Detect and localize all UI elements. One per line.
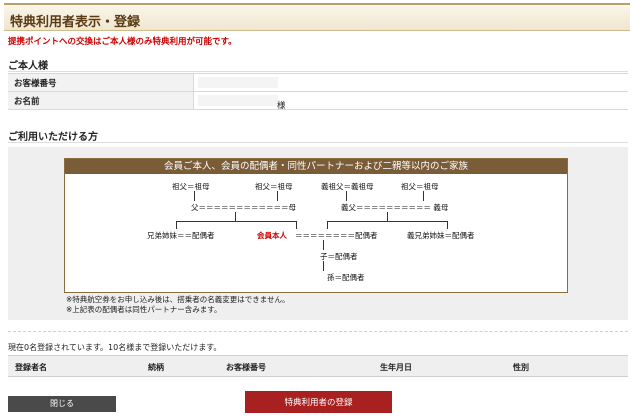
table-row: お名前 xyxy=(8,91,628,110)
tree-node-child: 子＝配偶者 xyxy=(320,252,358,261)
divider xyxy=(8,142,628,143)
tree-connector xyxy=(296,221,297,229)
tree-node-grandparents: 祖父＝祖母 xyxy=(401,182,439,191)
tree-connector xyxy=(447,221,448,229)
self-section-heading: ご本人様 xyxy=(8,61,48,72)
registration-count: 現在0名登録されています。10名様まで登録いただけます。 xyxy=(8,343,222,352)
exchange-notice: 提携ポイントへの交換はご本人様のみ特典利用が可能です。 xyxy=(8,37,237,47)
divider xyxy=(8,71,628,72)
close-button[interactable]: 閉じる xyxy=(8,396,116,412)
tree-node-grandparents: 祖父＝祖母 xyxy=(255,182,293,191)
page-title-bar: 特典利用者表示・登録 xyxy=(4,3,630,31)
divider xyxy=(8,331,628,332)
usable-section-heading: ご利用いただける方 xyxy=(8,132,98,143)
tree-connector xyxy=(346,191,347,201)
column-header-gender: 性別 xyxy=(513,363,529,372)
tree-node-member: 会員本人 xyxy=(257,231,287,240)
tree-connector xyxy=(323,261,324,271)
tree-node-grandparents: 祖父＝祖母 xyxy=(172,182,210,191)
tree-connector xyxy=(176,221,296,222)
tree-connector xyxy=(194,191,195,201)
page-title: 特典利用者表示・登録 xyxy=(10,15,141,30)
column-header-birthdate: 生年月日 xyxy=(380,363,412,372)
tree-connector xyxy=(327,221,447,222)
name-masked xyxy=(197,95,278,106)
family-tree: 会員ご本人、会員の配偶者・同性パートナーおよび二親等以内のご家族 祖父＝祖母 祖… xyxy=(64,158,568,293)
customer-number-label: お客様番号 xyxy=(8,73,193,92)
tree-node-inlaw-grandparents: 義祖父＝義祖母 xyxy=(321,182,374,191)
tree-node-grandchild: 孫＝配偶者 xyxy=(327,273,365,282)
register-beneficiary-button[interactable]: 特典利用者の登録 xyxy=(245,391,392,413)
member-info-table: お客様番号 お名前 xyxy=(8,73,628,110)
registered-users-table-header: 登録者名 続柄 お客様番号 生年月日 性別 xyxy=(8,355,628,377)
tree-connector xyxy=(327,221,328,229)
name-value xyxy=(192,91,628,110)
customer-number-masked xyxy=(197,77,278,88)
tree-node-parents: 父＝＝＝＝＝＝＝＝＝＝＝＝母 xyxy=(191,203,296,212)
name-label: お名前 xyxy=(8,91,193,110)
tree-connector xyxy=(423,191,424,201)
tree-connector xyxy=(176,221,177,229)
column-header-relation: 続柄 xyxy=(148,363,164,372)
column-header-name: 登録者名 xyxy=(15,363,47,372)
tree-connector xyxy=(277,191,278,201)
table-row: お客様番号 xyxy=(8,73,628,92)
tree-node-siblings: 兄弟姉妹＝＝配偶者 xyxy=(147,231,215,240)
column-header-customer-number: お客様番号 xyxy=(226,363,266,372)
honorific-suffix: 様 xyxy=(277,101,286,111)
tree-node-inlaw-parents: 義父＝＝＝＝＝＝＝＝＝＝ 義母 xyxy=(341,203,449,212)
customer-number-value xyxy=(192,73,628,92)
note-text: ※上記表の配偶者は同性パートナー含みます。 xyxy=(66,305,222,314)
tree-node-inlaw-siblings: 義兄弟姉妹＝配偶者 xyxy=(407,231,475,240)
family-tree-title: 会員ご本人、会員の配偶者・同性パートナーおよび二親等以内のご家族 xyxy=(65,159,567,174)
tree-connector xyxy=(323,240,324,250)
tree-node-member-spouse: ＝＝＝＝＝＝＝＝配偶者 xyxy=(295,231,378,240)
